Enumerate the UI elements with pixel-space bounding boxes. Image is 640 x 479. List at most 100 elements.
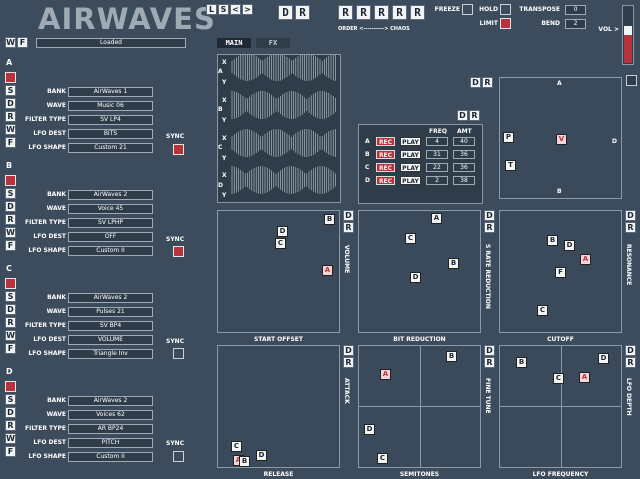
chaos-r3-button[interactable]: R — [374, 5, 389, 20]
section-c-lfo-dest[interactable]: VOLUME — [68, 335, 153, 345]
section-d-filter[interactable]: AR BP24 — [68, 424, 153, 434]
pad-rate-node-a[interactable]: A — [431, 213, 442, 224]
rec-button[interactable]: REC — [376, 176, 395, 185]
xy-node-t[interactable]: T — [505, 160, 516, 171]
pad-attack-node-c[interactable]: C — [231, 441, 242, 452]
section-a-lfo-dest[interactable]: BITS — [68, 129, 153, 139]
section-b-d[interactable]: D — [5, 201, 16, 212]
chaos-r5-button[interactable]: R — [410, 5, 425, 20]
xy-extra-button[interactable] — [626, 75, 637, 86]
section-d-f[interactable]: F — [5, 446, 16, 457]
pad-finetune-r-button[interactable]: R — [484, 357, 495, 368]
pad-rate[interactable]: A C B D BIT REDUCTION — [358, 210, 481, 343]
section-b-f[interactable]: F — [5, 240, 16, 251]
section-b-sync[interactable] — [173, 246, 184, 257]
pad-rate-node-c[interactable]: C — [405, 233, 416, 244]
freq-field[interactable]: 2 — [426, 176, 448, 185]
pad-lfodepth-node-b[interactable]: B — [516, 357, 527, 368]
chaos-r4-button[interactable]: R — [392, 5, 407, 20]
pad-lfodepth-r-button[interactable]: R — [625, 357, 636, 368]
section-b-enable[interactable] — [5, 175, 16, 186]
section-a-lfo-shape[interactable]: Custom 21 — [68, 143, 153, 153]
pad-finetune-node-b[interactable]: B — [446, 351, 457, 362]
amt-field[interactable]: 40 — [453, 137, 475, 146]
section-d-s[interactable]: S — [5, 394, 16, 405]
hold-toggle[interactable] — [500, 4, 511, 15]
pad-lfodepth-d-button[interactable]: D — [625, 345, 636, 356]
global-r-button[interactable]: R — [295, 5, 310, 20]
pad-volume-node-c[interactable]: C — [275, 238, 286, 249]
section-a-w[interactable]: W — [5, 124, 16, 135]
section-c-enable[interactable] — [5, 278, 16, 289]
section-d-wave[interactable]: Voices 62 — [68, 410, 153, 420]
pad-volume-d-button[interactable]: D — [343, 210, 354, 221]
section-d-enable[interactable] — [5, 381, 16, 392]
play-button[interactable]: PLAY — [400, 150, 421, 159]
pad-resonance-node-d[interactable]: D — [564, 240, 575, 251]
global-d-button[interactable]: D — [278, 5, 293, 20]
pad-volume[interactable]: B D C A START OFFSET — [217, 210, 340, 343]
section-a-sync[interactable] — [173, 144, 184, 155]
section-a-wave[interactable]: Music 06 — [68, 101, 153, 111]
pad-resonance-node-c[interactable]: C — [537, 305, 548, 316]
pad-lfodepth-node-c[interactable]: C — [553, 373, 564, 384]
seq-r-button[interactable]: R — [469, 110, 480, 121]
xy-r-button[interactable]: R — [482, 77, 493, 88]
section-b-lfo-dest[interactable]: OFF — [68, 232, 153, 242]
rec-button[interactable]: REC — [376, 137, 395, 146]
next-button[interactable]: > — [242, 4, 253, 15]
prev-button[interactable]: < — [230, 4, 241, 15]
rec-button[interactable]: REC — [376, 150, 395, 159]
volume-slider[interactable] — [622, 5, 634, 65]
pad-finetune-node-a[interactable]: A — [380, 369, 391, 380]
pad-volume-node-b[interactable]: B — [324, 214, 335, 225]
section-d-lfo-shape[interactable]: Custom II — [68, 452, 153, 462]
pad-rate-d-button[interactable]: D — [484, 210, 495, 221]
pad-resonance-node-f[interactable]: F — [555, 267, 566, 278]
xy-pad[interactable]: A D B P V T — [499, 77, 622, 199]
xy-node-p[interactable]: P — [503, 132, 514, 143]
bend-field[interactable]: 2 — [565, 19, 586, 29]
pad-lfodepth-node-a[interactable]: A — [579, 372, 590, 383]
pad-lfodepth[interactable]: D B C A LFO FREQUENCY — [499, 345, 622, 478]
section-d-lfo-dest[interactable]: PITCH — [68, 438, 153, 448]
section-b-lfo-shape[interactable]: Custom II — [68, 246, 153, 256]
section-c-w[interactable]: W — [5, 330, 16, 341]
pad-volume-r-button[interactable]: R — [343, 222, 354, 233]
section-c-lfo-shape[interactable]: Triangle Inv — [68, 349, 153, 359]
pad-resonance-node-b[interactable]: B — [547, 235, 558, 246]
f-button[interactable]: F — [17, 37, 28, 48]
section-a-s[interactable]: S — [5, 85, 16, 96]
transpose-field[interactable]: 0 — [565, 5, 586, 15]
pad-attack-r-button[interactable]: R — [343, 357, 354, 368]
section-b-wave[interactable]: Voice 45 — [68, 204, 153, 214]
section-d-sync[interactable] — [173, 451, 184, 462]
pad-resonance-node-a[interactable]: A — [580, 254, 591, 265]
pad-resonance-r-button[interactable]: R — [625, 222, 636, 233]
play-button[interactable]: PLAY — [400, 163, 421, 172]
play-button[interactable]: PLAY — [400, 137, 421, 146]
pad-lfodepth-node-d[interactable]: D — [598, 353, 609, 364]
freq-field[interactable]: 31 — [426, 150, 448, 159]
section-b-bank[interactable]: AirWaves 2 — [68, 190, 153, 200]
pad-attack-node-d[interactable]: D — [256, 450, 267, 461]
w-button[interactable]: W — [5, 37, 16, 48]
section-b-filter[interactable]: SV LPHP — [68, 218, 153, 228]
pad-volume-node-a[interactable]: A — [322, 265, 333, 276]
pad-volume-node-d[interactable]: D — [277, 226, 288, 237]
tab-main[interactable]: MAIN — [217, 38, 251, 48]
limit-toggle[interactable] — [500, 18, 511, 29]
freq-field[interactable]: 4 — [426, 137, 448, 146]
section-b-s[interactable]: S — [5, 188, 16, 199]
pad-resonance-d-button[interactable]: D — [625, 210, 636, 221]
section-c-wave[interactable]: Pulses 21 — [68, 307, 153, 317]
section-c-bank[interactable]: AirWaves 2 — [68, 293, 153, 303]
section-b-w[interactable]: W — [5, 227, 16, 238]
pad-finetune-node-d[interactable]: D — [364, 424, 375, 435]
play-button[interactable]: PLAY — [400, 176, 421, 185]
section-a-f[interactable]: F — [5, 137, 16, 148]
freq-field[interactable]: 22 — [426, 163, 448, 172]
section-c-filter[interactable]: SV BP4 — [68, 321, 153, 331]
pad-attack-node-b[interactable]: B — [239, 456, 250, 467]
section-c-s[interactable]: S — [5, 291, 16, 302]
